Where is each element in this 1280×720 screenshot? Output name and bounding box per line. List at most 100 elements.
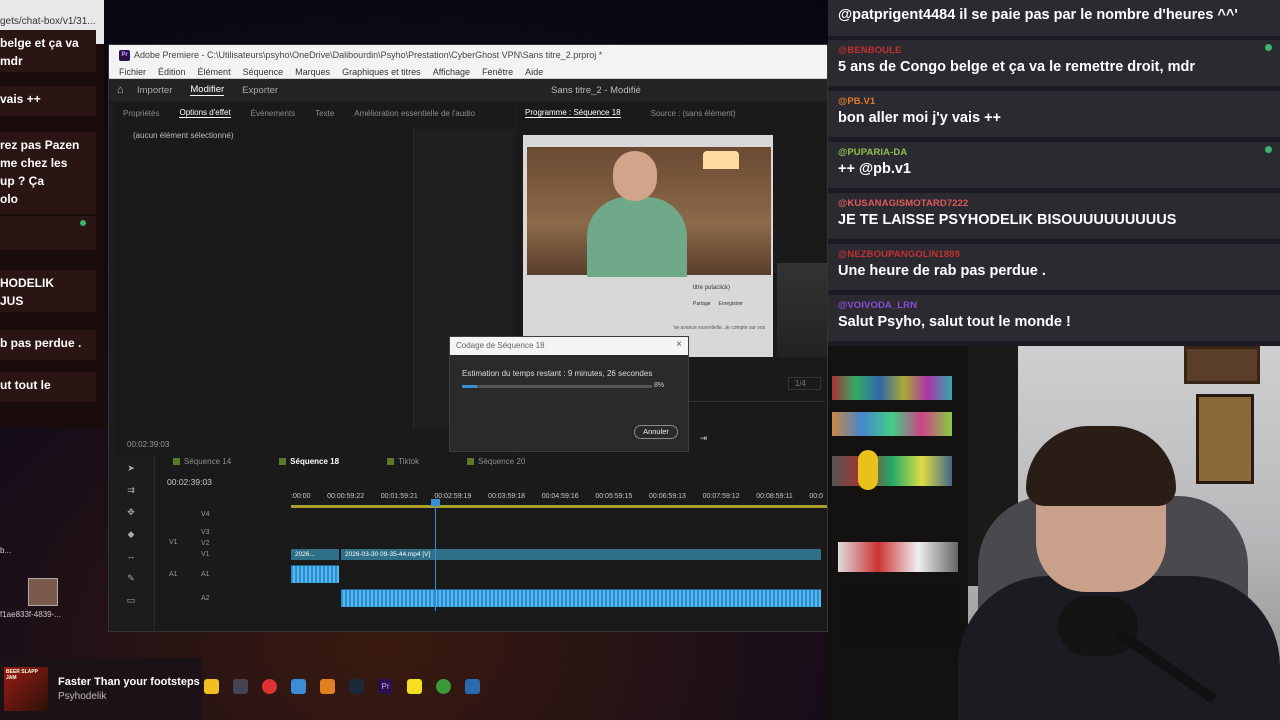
chat-message: @patprigent4484 il se paie pas par le no… xyxy=(828,0,1280,36)
menu-aide[interactable]: Aide xyxy=(525,67,543,77)
ripple-edit-icon[interactable]: ✥ xyxy=(125,507,137,519)
steam-icon[interactable] xyxy=(349,678,364,694)
project-title: Sans titre_2 - Modifié xyxy=(551,84,641,96)
lamp xyxy=(703,151,739,169)
dialog-titlebar: Codage de Séquence 18 × xyxy=(450,337,688,355)
tab-modifier[interactable]: Modifier xyxy=(190,84,225,96)
tab-sequence-20[interactable]: Séquence 20 xyxy=(467,457,525,466)
folder-icon[interactable] xyxy=(204,678,219,694)
tab-sequence-18[interactable]: Séquence 18 xyxy=(279,457,339,466)
panel-row: Propriétés Options d'effet Événements Te… xyxy=(109,103,827,455)
source-patch-v1[interactable]: V1 xyxy=(169,539,178,546)
encode-progress-label: 8% xyxy=(654,382,665,389)
video-description: 'se avance essentielle. Je compte sur vo… xyxy=(673,325,766,331)
track-label-a1[interactable]: A1 xyxy=(201,571,210,578)
source-patch-a1[interactable]: A1 xyxy=(169,571,178,578)
window-icon[interactable] xyxy=(465,678,480,694)
tab-sequence-14[interactable]: Séquence 14 xyxy=(173,457,231,466)
chat-message: @BENBOULE 5 ans de Congo belge et ça va … xyxy=(828,40,1280,86)
track-label-a2[interactable]: A2 xyxy=(201,595,210,602)
chat-message-text: ++ @pb.v1 xyxy=(838,161,911,177)
track-label-v3[interactable]: V3 xyxy=(201,529,210,536)
left-chat-message xyxy=(0,216,96,250)
selection-tool-icon[interactable]: ➤ xyxy=(125,463,137,475)
game-boxes xyxy=(832,412,952,436)
timeline-panel: ➤ ⇉ ✥ ◆ ↔ ✎ ▭ Séquence 14 Séquence 18 Ti… xyxy=(109,455,827,631)
video-clip[interactable]: 2026-03-30 09-35-44.mp4 [V] xyxy=(341,549,821,560)
notes-icon[interactable] xyxy=(407,678,422,694)
save-button: Enregistrer xyxy=(718,301,743,307)
razor-tool-icon[interactable]: ◆ xyxy=(125,529,137,541)
sequence-swatch xyxy=(279,458,287,465)
menu-affichage[interactable]: Affichage xyxy=(433,67,470,77)
encode-dialog: Codage de Séquence 18 × Estimation du te… xyxy=(449,336,689,452)
dialog-title: Codage de Séquence 18 xyxy=(456,341,545,350)
side-table xyxy=(838,586,958,646)
presenter-head xyxy=(613,151,657,201)
audio-clip[interactable] xyxy=(291,565,339,583)
menu-sequence[interactable]: Séquence xyxy=(243,67,284,77)
desktop-label: b... xyxy=(0,546,12,555)
app-icon[interactable] xyxy=(233,678,248,694)
zoom-select[interactable]: 1/4 xyxy=(787,377,821,390)
rectangle-tool-icon[interactable]: ▭ xyxy=(125,595,137,607)
video-clip[interactable]: 2026... xyxy=(291,549,339,560)
tab-tiktok[interactable]: Tiktok xyxy=(387,457,419,466)
close-icon[interactable]: × xyxy=(676,339,682,350)
track-label-v1[interactable]: V1 xyxy=(201,551,210,558)
tab-amelioration-audio[interactable]: Amélioration essentielle de l'audio xyxy=(354,109,475,118)
pen-tool-icon[interactable]: ✎ xyxy=(125,573,137,585)
streamer-hair xyxy=(1026,426,1176,506)
chrome-icon[interactable] xyxy=(262,678,277,694)
now-playing-widget: BEER SLAPP JAM Faster Than your footstep… xyxy=(0,658,202,720)
tab-evenements[interactable]: Événements xyxy=(251,109,295,118)
browser-icon[interactable] xyxy=(436,678,451,694)
go-to-out-icon[interactable]: ⇥ xyxy=(699,433,707,444)
tab-importer[interactable]: Importer xyxy=(137,85,172,96)
video-buttons: Partage Enregistrer xyxy=(693,301,743,307)
tab-texte[interactable]: Texte xyxy=(315,109,334,118)
menu-graphiques[interactable]: Graphiques et titres xyxy=(342,67,421,77)
track-label-v4[interactable]: V4 xyxy=(201,511,210,518)
track-label-v2[interactable]: V2 xyxy=(201,540,210,547)
menu-edition[interactable]: Édition xyxy=(158,67,186,77)
left-chat-browser: gets/chat-box/v1/31... belge et ça va md… xyxy=(0,0,104,428)
timeline-playhead[interactable] xyxy=(435,501,436,611)
chat-message: @VOIVODA_LRN Salut Psyho, salut tout le … xyxy=(828,295,1280,341)
menu-fenetre[interactable]: Fenêtre xyxy=(482,67,513,77)
explorer-icon[interactable] xyxy=(320,678,335,694)
window-titlebar[interactable]: Pr Adobe Premiere - C:\Utilisateurs\psyh… xyxy=(109,45,827,65)
subscriber-badge-icon xyxy=(1265,44,1272,51)
premiere-window: Pr Adobe Premiere - C:\Utilisateurs\psyh… xyxy=(108,44,828,632)
work-area-bar[interactable] xyxy=(291,505,827,508)
audio-clip[interactable] xyxy=(341,589,821,607)
premiere-icon[interactable]: Pr xyxy=(378,678,393,694)
cancel-button[interactable]: Annuler xyxy=(634,425,678,439)
left-chat-message: belge et ça va mdr xyxy=(0,30,96,72)
file-thumbnail[interactable] xyxy=(28,578,58,606)
menu-fichier[interactable]: Fichier xyxy=(119,67,146,77)
chat-message: @PB.V1 bon aller moi j'y vais ++ xyxy=(828,91,1280,137)
webcam-preview xyxy=(777,263,827,357)
tab-source[interactable]: Source : (sans élément) xyxy=(651,109,736,118)
photos-icon[interactable] xyxy=(291,678,306,694)
track-select-icon[interactable]: ⇉ xyxy=(125,485,137,497)
menu-element[interactable]: Élément xyxy=(198,67,231,77)
chat-username: @KUSANAGISMOTARD7222 xyxy=(838,198,969,209)
tab-programme[interactable]: Programme : Séquence 18 xyxy=(525,108,621,118)
wall-frame xyxy=(1196,394,1254,484)
bookshelf xyxy=(828,346,968,720)
stream-layout: gets/chat-box/v1/31... belge et ça va md… xyxy=(0,0,1280,720)
menu-marques[interactable]: Marques xyxy=(295,67,330,77)
encode-progress-bar xyxy=(462,385,652,388)
tab-exporter[interactable]: Exporter xyxy=(242,85,278,96)
tab-options-effet[interactable]: Options d'effet xyxy=(179,108,231,118)
slip-tool-icon[interactable]: ↔ xyxy=(125,551,137,563)
workspace-bar: ⌂ Importer Modifier Exporter Sans titre_… xyxy=(109,79,827,101)
home-icon[interactable]: ⌂ xyxy=(117,84,124,96)
microphone xyxy=(1058,596,1138,656)
sequence-swatch xyxy=(467,458,475,465)
timeline-timecode[interactable]: 00:02:39:03 xyxy=(167,477,212,487)
presenter-body xyxy=(587,197,687,277)
tab-proprietes[interactable]: Propriétés xyxy=(123,109,159,118)
